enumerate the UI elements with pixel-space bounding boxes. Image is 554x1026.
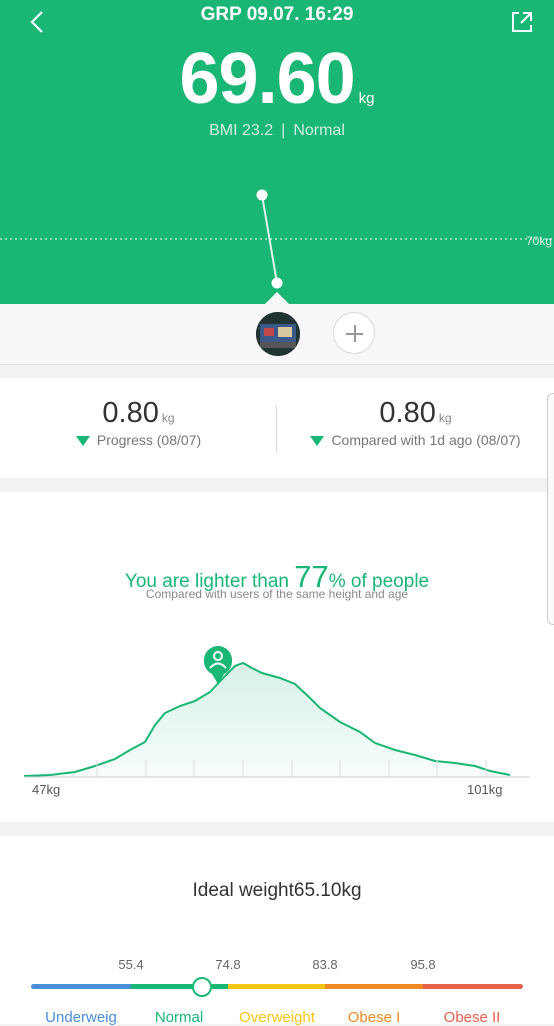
distribution-area xyxy=(24,663,510,777)
avatar-image xyxy=(256,312,300,356)
weight-unit: kg xyxy=(358,90,375,107)
progress-label: Progress (08/07) xyxy=(96,432,202,448)
progress-stat: 0.80 kg Progress (08/07) xyxy=(0,378,277,448)
trend-point-current xyxy=(271,277,283,289)
category-obese-2: Obese II xyxy=(443,1009,501,1026)
trend-point-previous xyxy=(256,189,268,201)
trend-line xyxy=(261,194,278,284)
weight-trend-chart xyxy=(0,189,554,289)
ranking-card: You are lighter than 77% of people Compa… xyxy=(0,492,554,822)
compared-label-row: Compared with 1d ago (08/07) xyxy=(277,432,554,448)
measurement-title: GRP 09.07. 16:29 xyxy=(200,4,354,25)
compared-value-row: 0.80 kg xyxy=(277,397,554,430)
category-overweight: Overweight xyxy=(239,1009,315,1026)
threshold-3: 83.8 xyxy=(312,957,338,972)
compared-value: 0.80 xyxy=(379,397,436,429)
current-weight-marker xyxy=(192,977,212,997)
compared-label: Compared with 1d ago (08/07) xyxy=(331,432,521,448)
current-weight: 69.60 kg xyxy=(0,38,554,120)
threshold-1: 55.4 xyxy=(118,957,144,972)
reference-label: 70kg xyxy=(525,234,552,248)
down-arrow-icon xyxy=(310,436,325,447)
bmi-separator: | xyxy=(281,122,286,139)
progress-value: 0.80 xyxy=(102,397,159,429)
ideal-unit: kg xyxy=(341,880,362,901)
compared-stat: 0.80 kg Compared with 1d ago (08/07) xyxy=(277,378,554,448)
progress-unit: kg xyxy=(161,411,175,425)
scale-obese-2 xyxy=(423,984,523,989)
threshold-4: 95.8 xyxy=(410,957,436,972)
progress-label-row: Progress (08/07) xyxy=(0,432,277,448)
category-normal: Normal xyxy=(154,1009,204,1026)
weight-header: GRP 09.07. 16:29 69.60 kg BMI 23.2 | Normal… xyxy=(0,0,554,304)
bmi-status: Normal xyxy=(293,122,345,139)
side-panel-handle[interactable] xyxy=(547,393,554,625)
compared-unit: kg xyxy=(438,411,452,425)
category-obese-1: Obese I xyxy=(347,1009,401,1026)
scale-underweight xyxy=(31,984,131,989)
ranking-note: Compared with users of the same height a… xyxy=(145,587,409,601)
add-user-button[interactable] xyxy=(333,312,375,354)
progress-value-row: 0.80 kg xyxy=(0,397,277,430)
distribution-max-label: 101kg xyxy=(467,782,503,797)
scale-normal xyxy=(131,984,228,989)
distribution-min-label: 47kg xyxy=(32,782,61,797)
scale-obese-1 xyxy=(325,984,423,989)
ideal-weight-title: Ideal weight65.10kg xyxy=(0,880,554,902)
ideal-value: 65.10 xyxy=(293,880,342,901)
scale-overweight xyxy=(228,984,325,989)
bmi-line: BMI 23.2 | Normal xyxy=(0,122,554,140)
weight-value: 69.60 xyxy=(179,39,355,119)
pointer-notch xyxy=(265,292,289,304)
ideal-weight-card: Ideal weight65.10kg 55.4 74.8 83.8 95.8 … xyxy=(0,836,554,1026)
bmi-value: BMI 23.2 xyxy=(209,122,274,139)
user-avatar[interactable] xyxy=(256,312,300,356)
category-underweight: Underweig xyxy=(45,1009,117,1026)
share-icon[interactable] xyxy=(510,10,534,34)
ideal-label: Ideal weight xyxy=(192,880,294,901)
weight-distribution-chart xyxy=(23,646,530,778)
weight-change-card: 0.80 kg Progress (08/07) 0.80 kg Compared … xyxy=(0,378,554,478)
down-arrow-icon xyxy=(75,436,90,447)
threshold-2: 74.8 xyxy=(215,957,241,972)
